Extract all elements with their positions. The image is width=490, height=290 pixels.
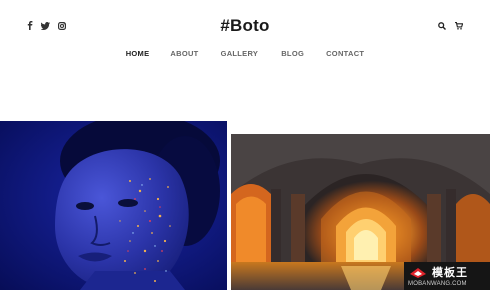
watermark-badge: 模板王 MOBANWANG.COM <box>404 262 490 290</box>
nav-item-gallery[interactable]: GALLERY <box>221 49 259 58</box>
search-icon[interactable] <box>438 22 446 30</box>
nav-item-home[interactable]: HOME <box>124 49 151 58</box>
cart-icon[interactable] <box>455 22 463 30</box>
nav-item-about[interactable]: ABOUT <box>170 49 198 58</box>
main-nav: HOME ABOUT GALLERY BLOG CONTACT <box>0 49 490 58</box>
gallery-image-portrait[interactable] <box>0 121 227 290</box>
watermark-title: 模板王 <box>432 266 468 279</box>
watermark-url: MOBANWANG.COM <box>408 281 467 287</box>
site-brand: #Boto <box>0 16 490 36</box>
nav-item-contact[interactable]: CONTACT <box>326 49 364 58</box>
brand-logo-text[interactable]: #Boto <box>220 16 269 35</box>
header-tools <box>438 22 463 30</box>
nav-item-blog[interactable]: BLOG <box>281 49 304 58</box>
watermark-logo-icon <box>410 268 426 278</box>
